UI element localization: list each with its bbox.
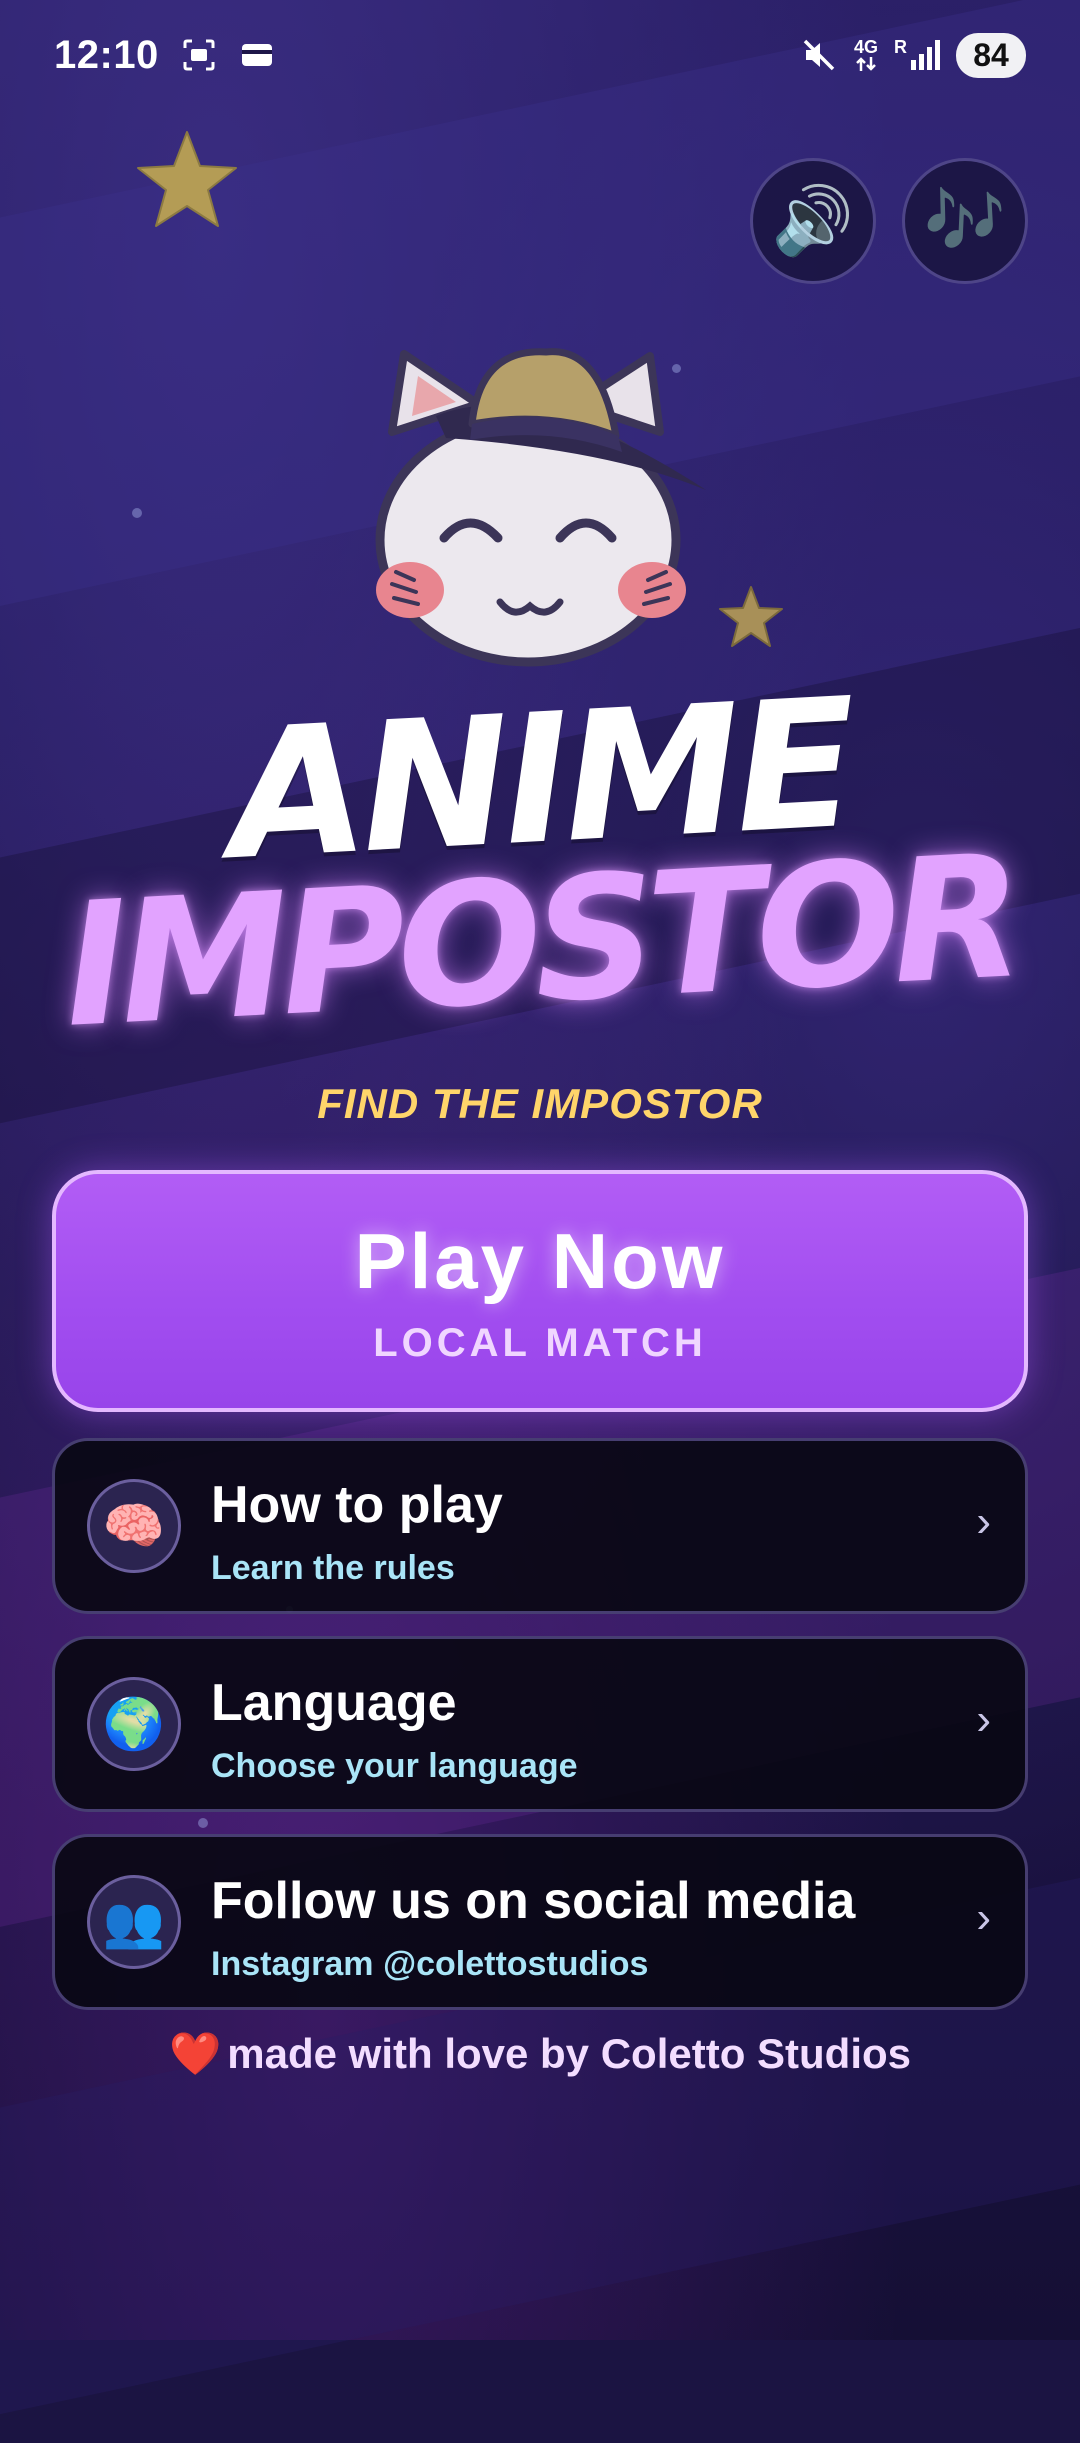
speaker-icon: 🔊 (771, 183, 855, 257)
signal-icon (911, 40, 940, 70)
music-notes-icon: 🎶 (923, 183, 1007, 257)
network-type: 4G (854, 38, 878, 72)
status-bar: 12:10 4G R 84 (0, 0, 1080, 110)
how-to-play-card[interactable]: 🧠 How to play Learn the rules › (52, 1438, 1028, 1614)
data-arrows-icon (856, 57, 876, 71)
sound-toggle-button[interactable]: 🔊 (750, 158, 876, 284)
card-subtitle: Learn the rules (211, 1549, 455, 1587)
wallet-icon (239, 37, 275, 73)
footer-credit: ❤️ made with love by Coletto Studios (0, 2030, 1080, 2079)
signal-strength: R (894, 38, 940, 72)
card-subtitle: Instagram @colettostudios (211, 1945, 649, 1983)
local-match-label: LOCAL MATCH (373, 1321, 707, 1365)
background-dot (132, 508, 142, 518)
language-card[interactable]: 🌍 Language Choose your language › (52, 1636, 1028, 1812)
footer-text: made with love by Coletto Studios (227, 2030, 912, 2077)
cat-mascot-logo (375, 348, 706, 667)
music-toggle-button[interactable]: 🎶 (902, 158, 1028, 284)
card-subtitle: Choose your language (211, 1747, 578, 1785)
screenshot-icon (181, 37, 217, 73)
people-icon: 👥 (87, 1875, 181, 1969)
chevron-right-icon: › (976, 1695, 991, 1744)
card-title: Follow us on social media (211, 1872, 856, 1930)
tagline: FIND THE IMPOSTOR (317, 1080, 763, 1127)
social-media-card[interactable]: 👥 Follow us on social media Instagram @c… (52, 1834, 1028, 2010)
brain-icon: 🧠 (87, 1479, 181, 1573)
card-title: How to play (211, 1476, 503, 1534)
background-dot (198, 1818, 208, 1828)
play-now-label: Play Now (354, 1217, 726, 1305)
battery-indicator: 84 (956, 32, 1026, 78)
card-title: Language (211, 1674, 457, 1732)
chevron-right-icon: › (976, 1497, 991, 1546)
roaming-label: R (894, 37, 907, 57)
star-icon (137, 131, 237, 227)
play-now-button[interactable]: Play Now LOCAL MATCH (52, 1170, 1028, 1412)
network-4g-label: 4G (853, 37, 878, 57)
chevron-right-icon: › (976, 1893, 991, 1942)
status-time: 12:10 (54, 32, 159, 77)
heart-icon: ❤️ (168, 2030, 222, 2077)
globe-icon: 🌍 (87, 1677, 181, 1771)
mute-icon (800, 36, 838, 74)
star-icon (719, 586, 783, 647)
